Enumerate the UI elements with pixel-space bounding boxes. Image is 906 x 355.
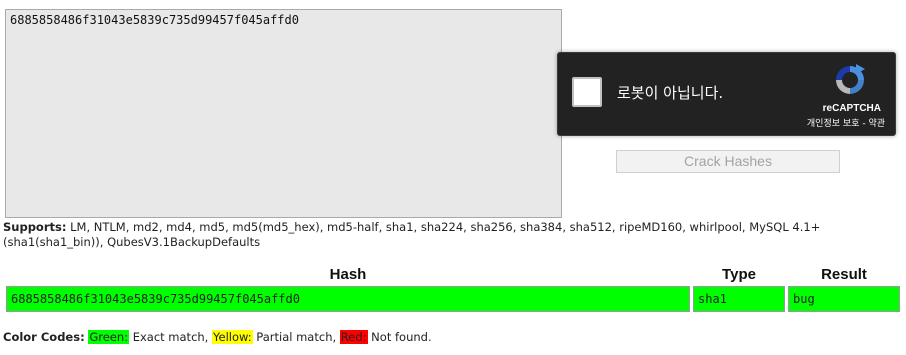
column-header-hash: Hash: [329, 265, 367, 283]
supports-label: Supports:: [3, 220, 67, 234]
red-description: Not found.: [367, 330, 432, 344]
recaptcha-logo-icon: [836, 64, 865, 94]
crack-hashes-button[interactable]: Crack Hashes: [616, 150, 840, 173]
recaptcha-label: 로봇이 아닙니다.: [617, 84, 724, 102]
column-header-type: Type: [722, 265, 756, 283]
result-hash-cell: 6885858486f31043e5839c735d99457f045affd0: [6, 286, 690, 312]
recaptcha-checkbox[interactable]: [572, 77, 602, 107]
hash-input[interactable]: 6885858486f31043e5839c735d99457f045affd0: [5, 9, 562, 218]
recaptcha-widget: 로봇이 아닙니다. reCAPTCHA 개인정보 보호 - 약관: [557, 52, 896, 136]
green-swatch: Green:: [88, 330, 130, 344]
recaptcha-brand: reCAPTCHA: [822, 103, 881, 114]
yellow-swatch: Yellow:: [212, 330, 253, 344]
column-header-result: Result: [821, 265, 867, 283]
recaptcha-terms-link[interactable]: 약관: [868, 119, 885, 129]
results-table: Hash Type Result 6885858486f31043e5839c7…: [3, 262, 903, 314]
table-row: 6885858486f31043e5839c735d99457f045affd0…: [6, 286, 900, 312]
results-header-row: Hash Type Result: [6, 264, 900, 284]
green-description: Exact match,: [129, 330, 212, 344]
yellow-description: Partial match,: [252, 330, 340, 344]
color-codes-label: Color Codes:: [3, 330, 85, 344]
supported-algorithms: Supports: LM, NTLM, md2, md4, md5, md5(m…: [3, 220, 893, 250]
crackstation-page: 6885858486f31043e5839c735d99457f045affd0…: [0, 0, 906, 355]
supports-list: LM, NTLM, md2, md4, md5, md5(md5_hex), m…: [3, 220, 821, 249]
recaptcha-legal-links: 개인정보 보호 - 약관: [807, 119, 885, 130]
color-codes-legend: Color Codes: Green: Exact match, Yellow:…: [3, 330, 432, 345]
recaptcha-privacy-link[interactable]: 개인정보 보호: [807, 119, 860, 129]
red-swatch: Red:: [339, 330, 368, 344]
result-type-cell: sha1: [693, 286, 785, 312]
result-value-cell: bug: [788, 286, 900, 312]
